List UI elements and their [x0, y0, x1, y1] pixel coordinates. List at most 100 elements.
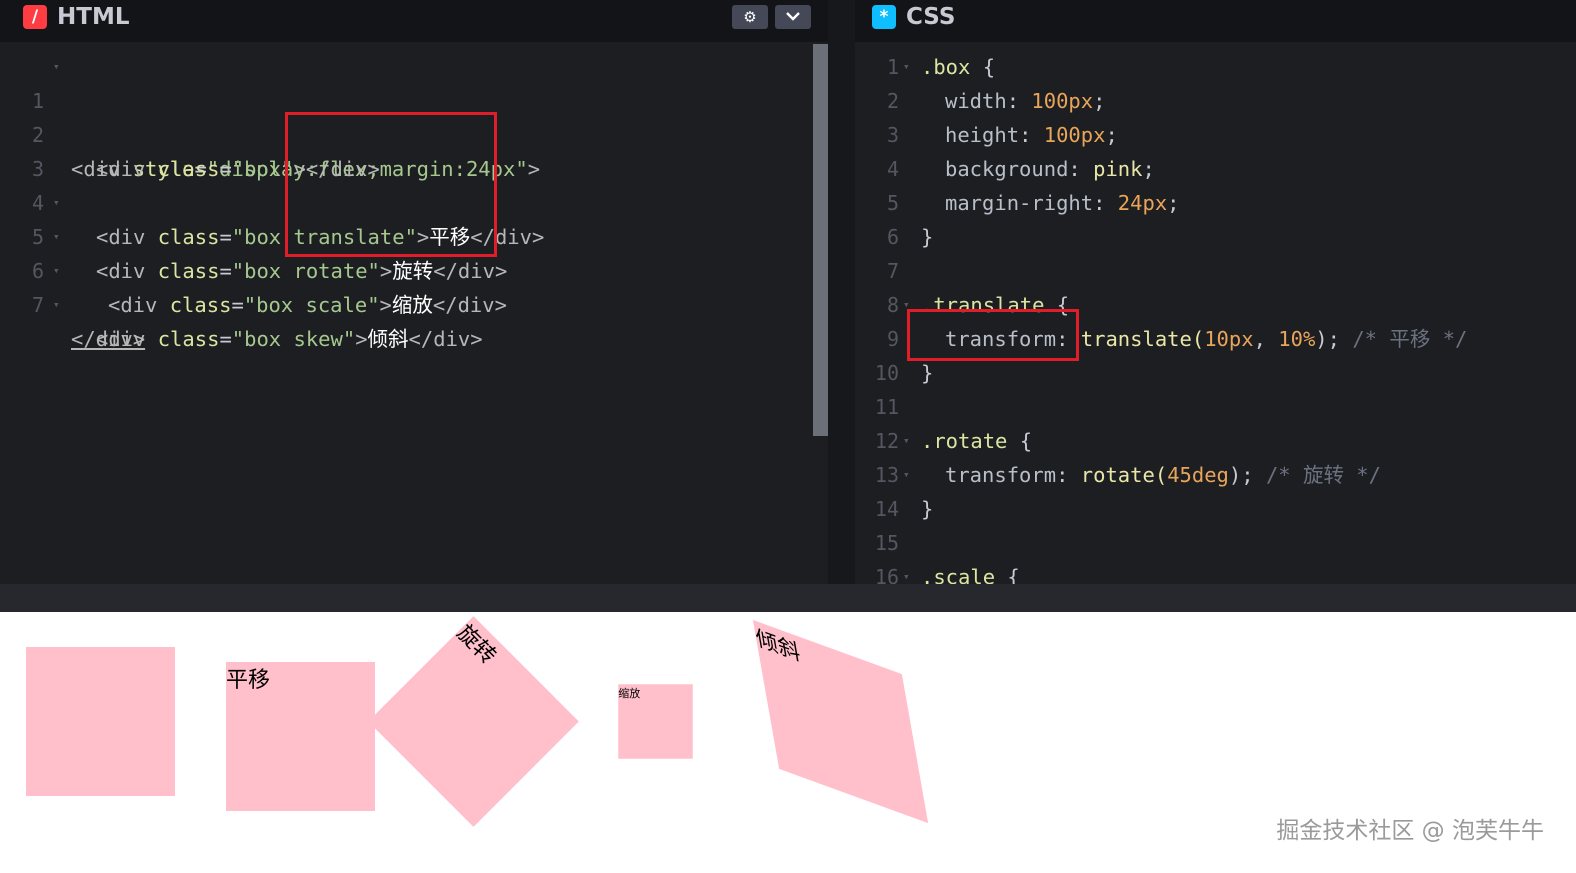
code-comment: /* 平移 */	[1352, 327, 1468, 351]
attr-name: class	[157, 225, 220, 249]
html-editor-pane[interactable]: / HTML ⚙ 1 ▾ <div style="display:flex;ma…	[0, 0, 828, 584]
css-arg: 45deg	[1167, 463, 1229, 487]
fold-arrow-icon[interactable]: ▾	[903, 50, 910, 84]
tag-open: <div	[108, 293, 170, 317]
fold-arrow-icon[interactable]: ▾	[903, 458, 910, 492]
line-number: 1	[886, 55, 899, 79]
code-line: 7 </div>	[0, 254, 145, 351]
box-scale: 缩放	[618, 684, 693, 759]
css-value: 100px	[1043, 123, 1106, 147]
css-property: margin-right	[945, 191, 1094, 215]
attr-eq: =	[219, 157, 232, 181]
line-number: 15	[874, 531, 899, 555]
html-pane-title: HTML	[57, 4, 130, 30]
css-selector: .rotate	[921, 429, 1008, 453]
attr-name: class	[169, 293, 232, 317]
css-property: width	[945, 89, 1007, 113]
code-line: 3 ▾ <div class="box translate">平移</div>	[0, 118, 544, 249]
tag-open: <div	[96, 157, 158, 181]
line-number: 7	[886, 259, 899, 283]
gear-icon: ⚙	[743, 8, 757, 26]
attr-eq: =	[231, 293, 244, 317]
css-function: translate(	[1080, 327, 1205, 351]
attr-name: class	[157, 157, 220, 181]
css-logo-icon: *	[872, 5, 896, 29]
semicolon: ;	[1093, 89, 1106, 113]
collapse-pane-button[interactable]	[775, 5, 811, 29]
brace: }	[921, 361, 934, 385]
code-editors: / HTML ⚙ 1 ▾ <div style="display:flex;ma…	[0, 0, 1576, 612]
chevron-down-icon	[786, 12, 800, 21]
line-number: 14	[874, 497, 899, 521]
css-arg: 10px	[1204, 327, 1254, 351]
brace: {	[1007, 429, 1033, 453]
html-pane-header: / HTML ⚙	[0, 0, 828, 42]
tag-close: >	[527, 157, 541, 181]
box-skew: 倾斜	[752, 619, 929, 824]
code-line: 1 ▾ <div style="display:flex;margin:24px…	[0, 50, 540, 181]
settings-gear-button[interactable]: ⚙	[732, 5, 768, 29]
line-number: 8	[886, 293, 899, 317]
colon: :	[1068, 157, 1094, 181]
css-editor-pane[interactable]: * CSS 1 ▾ .box { 2 width: 100px; 3 height: 1…	[855, 0, 1576, 589]
semicolon: ;	[1167, 191, 1180, 215]
box-translate: 平移	[226, 662, 375, 811]
attr-name: class	[157, 259, 220, 283]
fold-arrow-icon[interactable]: ▾	[53, 50, 60, 84]
pane-resize-handle[interactable]	[828, 0, 855, 584]
css-value: pink	[1093, 157, 1143, 181]
tag-mid: >	[379, 293, 392, 317]
css-value: 24px	[1117, 191, 1168, 215]
tag-close: </div>	[71, 327, 146, 351]
tag-close: </div>	[432, 293, 507, 317]
attr-eq: =	[219, 259, 232, 283]
box-label: 缩放	[618, 687, 641, 700]
box-label: 平移	[226, 668, 271, 693]
css-property: transform	[945, 463, 1057, 487]
line-number: 3	[886, 123, 899, 147]
colon: :	[1056, 463, 1081, 487]
box-rotate: 旋转	[368, 616, 579, 827]
code-line: 2 <div class="box"></div>	[0, 84, 380, 181]
attr-value: "box skew"	[231, 327, 356, 351]
attr-name: class	[157, 327, 220, 351]
code-line: 5 ▾ <div class="box scale">缩放</div>	[0, 186, 507, 317]
tag-open: <div	[96, 225, 158, 249]
line-number: 5	[886, 191, 899, 215]
brace: }	[921, 497, 934, 521]
arg-separator: ,	[1253, 327, 1279, 351]
css-function: rotate(	[1080, 463, 1168, 487]
box-label: 倾斜	[753, 625, 803, 667]
line-number: 4	[886, 157, 899, 181]
watermark: 掘金技术社区 @ 泡芙牛牛	[1276, 818, 1544, 844]
colon: :	[1093, 191, 1118, 215]
tag-mid: >	[355, 327, 368, 351]
tag-mid: >	[379, 259, 393, 283]
fold-arrow-icon[interactable]: ▾	[903, 424, 910, 458]
css-selector: .box	[921, 55, 971, 79]
css-property: height	[945, 123, 1020, 147]
box-label: 旋转	[451, 620, 501, 670]
css-value: 100px	[1031, 89, 1094, 113]
element-text: 旋转	[392, 259, 434, 283]
tag-close: </div>	[408, 327, 483, 351]
html-scrollbar[interactable]	[813, 44, 828, 436]
tag-open: <div	[96, 259, 158, 283]
element-text: 缩放	[391, 293, 433, 317]
css-pane-title: CSS	[906, 4, 956, 30]
line-number: 7	[31, 293, 44, 317]
preview-resize-handle[interactable]	[0, 584, 1576, 612]
css-arg: 10%	[1278, 327, 1316, 351]
element-text: 倾斜	[367, 327, 409, 351]
class-highlight-box	[285, 112, 497, 257]
statement-end: );	[1228, 463, 1254, 487]
css-property: background	[945, 157, 1069, 181]
semicolon: ;	[1142, 157, 1155, 181]
statement-end: );	[1315, 327, 1340, 351]
code-comment: /* 旋转 */	[1265, 463, 1381, 487]
colon: :	[1019, 123, 1044, 147]
transform-property-highlight-box	[907, 309, 1079, 361]
code-line: 6 ▾ <div class="box skew">倾斜</div>	[0, 220, 483, 351]
result-preview: 平移 旋转 缩放 倾斜 掘金技术社区 @ 泡芙牛牛	[0, 612, 1576, 873]
box-plain	[26, 647, 175, 796]
